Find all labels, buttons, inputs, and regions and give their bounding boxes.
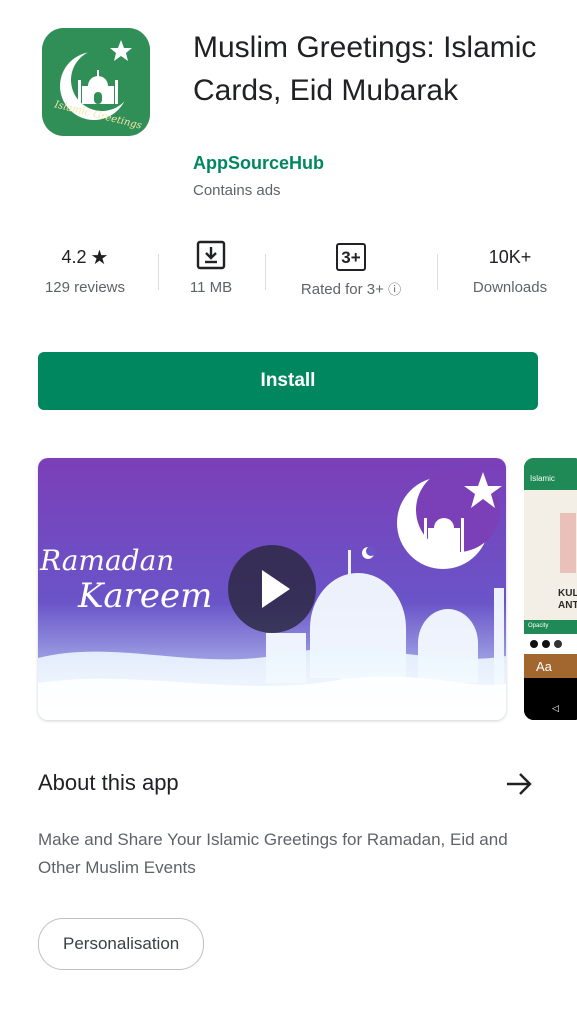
screenshot-opacity: Opacity [528,623,549,629]
video-text-line1: Ramadan [40,544,175,577]
app-title: Muslim Greetings: Islamic Cards, Eid Mub… [193,31,537,107]
content-rating-label: Rated for 3+ [300,281,384,298]
about-description: Make and Share Your Islamic Greetings fo… [38,830,508,877]
screenshot-text1: KUL [558,588,577,599]
rating-value: 4.2 [61,246,87,267]
ads-notice: Contains ads [193,182,281,199]
video-text-line2: Kareem [78,576,213,616]
screenshot-header: Islamic [530,474,555,483]
rating-stat[interactable]: 4.2 ★ 129 reviews [20,240,150,297]
back-nav-icon: ◁ [552,703,559,713]
screenshot-preview[interactable]: Islamic KUL ANT Opacity Aa ◁ [524,458,577,720]
screenshot-text2: ANT [558,600,577,611]
arrow-right-icon[interactable] [502,767,536,801]
content-rating-stat[interactable]: 3+ Rated for 3+ ⓘ [286,240,416,298]
play-button[interactable] [228,545,316,633]
app-icon: Islamic Greetings [42,28,150,136]
content-rating-badge: 3+ [336,243,366,271]
screenshot-aa: Aa [536,659,552,674]
downloads-stat: 10K+ Downloads [445,240,575,297]
downloads-label: Downloads [472,279,548,296]
reviews-count: 129 reviews [44,279,126,296]
divider [265,254,266,290]
downloads-count: 10K+ [488,246,532,267]
download-icon [196,240,226,275]
video-preview[interactable]: Ramadan Kareem [38,458,506,720]
install-button[interactable]: Install [38,352,538,410]
info-icon[interactable]: ⓘ [388,282,401,297]
about-title: About this app [38,770,179,795]
developer-link[interactable]: AppSourceHub [193,153,324,174]
divider [437,254,438,290]
tag-chip-personalisation[interactable]: Personalisation [38,918,205,970]
star-icon: ★ [90,246,109,269]
size-stat: 11 MB [146,240,276,296]
app-size: 11 MB [189,279,233,296]
